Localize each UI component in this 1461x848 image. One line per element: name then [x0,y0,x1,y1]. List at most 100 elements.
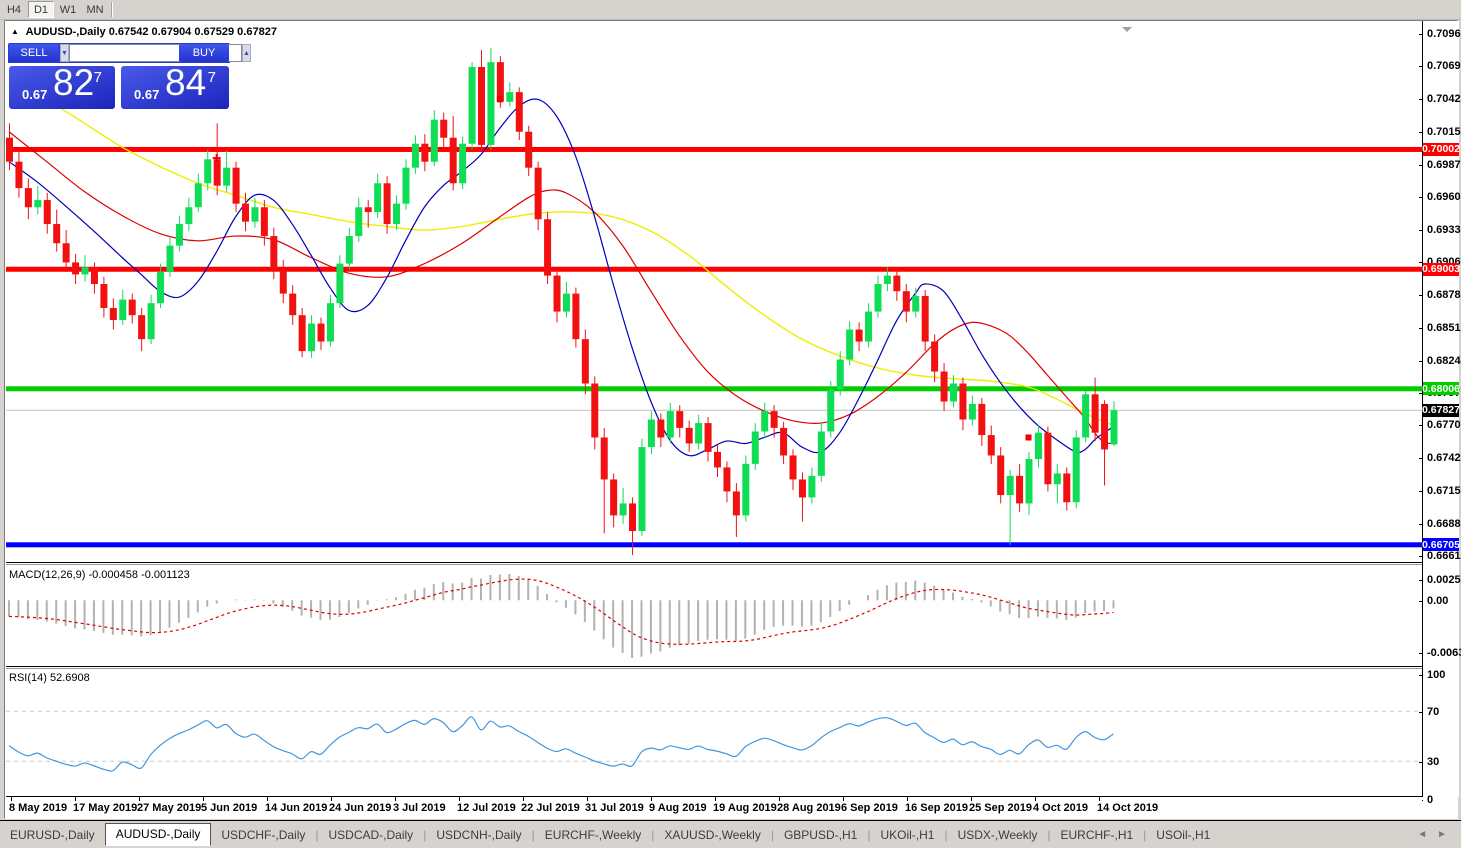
buy-price-box[interactable]: 0.67 84 7 [121,62,229,109]
price-tick: 0.69605 [1427,191,1461,204]
date-tick-label: 5 Jun 2019 [201,802,258,814]
tick-mark [1419,360,1423,362]
date-tick-mark [203,797,204,801]
tab-scroll-left-icon[interactable]: ◄ [1417,829,1427,840]
date-tick-label: 16 Sep 2019 [905,802,968,814]
price-tick: 0.68515 [1427,321,1461,334]
price-tick: 0.67700 [1427,419,1461,432]
chart-tab-audusd-daily[interactable]: AUDUSD-,Daily [104,822,212,846]
price-tick: 0.70150 [1427,125,1461,138]
chart-title: ▲ AUDUSD-,Daily 0.67542 0.67904 0.67529 … [11,26,277,38]
date-tick-label: 12 Jul 2019 [457,802,516,814]
price-tick: 0.69875 [1427,158,1461,171]
volume-decrease-button[interactable]: ▼ [60,44,69,62]
price-tick: 0.66610 [1427,550,1461,563]
chart-tab-usdcnh-daily[interactable]: USDCNH-,Daily [426,825,531,845]
macd-tick: 0.00 [1427,595,1449,608]
date-tick-label: 3 Jul 2019 [393,802,446,814]
tick-mark [1419,653,1423,655]
date-tick-label: 24 Jun 2019 [329,802,392,814]
level-price-label: 0.68006 [1422,382,1460,396]
price-tick: 0.70965 [1427,28,1461,40]
level-price-label: 0.66705 [1422,538,1460,552]
date-tick-label: 28 Aug 2019 [777,802,841,814]
tick-mark [1419,295,1423,297]
chart-tab-ukoil-h1[interactable]: UKOil-,H1 [870,825,944,845]
rsi-tick: 0 [1427,793,1434,806]
timeframe-toolbar: H4 D1 W1 MN [0,0,1461,20]
macd-label: MACD(12,26,9) -0.000458 -0.001123 [9,569,190,581]
chart-tab-usdchf-daily[interactable]: USDCHF-,Daily [211,825,315,845]
tick-mark [1419,601,1423,603]
chart-tab-usoil-h1[interactable]: USOil-,H1 [1146,825,1220,845]
level-price-label: 0.69003 [1422,262,1460,276]
rsi-label: RSI(14) 52.6908 [9,672,90,684]
sell-button[interactable]: SELL [9,44,59,62]
tick-mark [1419,674,1423,676]
chart-ohlc-values: 0.67542 0.67904 0.67529 0.67827 [108,26,277,38]
buy-price-pip: 7 [207,69,216,86]
tick-mark [1419,712,1423,714]
buy-price-main: 84 [165,62,207,103]
tick-mark [1419,523,1423,525]
sell-price-box[interactable]: 0.67 82 7 [9,62,115,109]
date-tick-label: 4 Oct 2019 [1033,802,1089,814]
tick-mark [1419,580,1423,582]
sell-price-main: 82 [53,62,95,103]
chart-tab-bar: EURUSD-,Daily AUDUSD-,Daily USDCHF-,Daily |… [0,820,1461,848]
chart-tab-gbpusd-h1[interactable]: GBPUSD-,H1 [774,825,867,845]
rsi-indicator-plot[interactable] [6,669,1422,796]
current-price-label: 0.67827 [1422,403,1460,417]
chart-symbol-label: AUDUSD-,Daily [25,26,106,38]
panel-divider[interactable] [6,666,1458,667]
sell-price-pip: 7 [93,69,102,86]
timeframe-button-h4[interactable]: H4 [1,1,27,18]
tick-mark [1419,99,1423,101]
timeframe-button-d1[interactable]: D1 [28,1,54,18]
chart-tab-eurchf-h1[interactable]: EURCHF-,H1 [1051,825,1144,845]
date-tick-label: 8 May 2019 [9,802,68,814]
date-tick-mark [395,797,396,801]
buy-button[interactable]: BUY [179,44,229,62]
macd-tick: 0.002574 [1427,574,1461,587]
volume-control: ▼ ▲ [60,44,251,62]
date-tick-mark [459,797,460,801]
date-tick-mark [907,797,908,801]
tick-mark [1419,131,1423,133]
chart-window: ▲ AUDUSD-,Daily 0.67542 0.67904 0.67529 … [4,20,1461,819]
date-tick-mark [267,797,268,801]
date-tick-label: 9 Aug 2019 [649,802,707,814]
timeframe-button-w1[interactable]: W1 [55,1,81,18]
date-tick-mark [971,797,972,801]
one-click-trade-panel: SELL ▼ ▲ BUY 0.67 82 7 0.67 84 7 [8,43,251,109]
tick-mark [1419,164,1423,166]
volume-increase-button[interactable]: ▲ [241,44,251,62]
date-tick-label: 17 May 2019 [73,802,138,814]
price-tick: 0.68785 [1427,289,1461,302]
panel-divider-shadow [6,564,1458,565]
price-tick: 0.70695 [1427,60,1461,73]
price-axis[interactable]: 0.70965 0.70695 0.70420 0.70150 0.69875 0.696… [1419,21,1461,806]
date-tick-mark [75,797,76,801]
chart-tab-eurchf-weekly[interactable]: EURCHF-,Weekly [535,825,651,845]
tick-mark [1419,66,1423,68]
date-tick-mark [331,797,332,801]
panel-divider[interactable] [6,562,1458,563]
tick-mark [1419,425,1423,427]
date-axis[interactable]: 8 May 2019 17 May 2019 27 May 2019 5 Jun 20… [6,797,1422,819]
price-tick: 0.67425 [1427,452,1461,465]
collapse-arrow-icon[interactable]: ▲ [11,27,19,36]
date-tick-mark [651,797,652,801]
macd-indicator-plot[interactable] [6,566,1422,666]
tick-mark [1419,197,1423,199]
price-tick: 0.68240 [1427,354,1461,367]
date-tick-mark [715,797,716,801]
chart-tab-usdx-weekly[interactable]: USDX-,Weekly [948,825,1048,845]
timeframe-button-mn[interactable]: MN [82,1,108,18]
chart-tab-xauusd-weekly[interactable]: XAUUSD-,Weekly [654,825,770,845]
chart-tab-usdcad-daily[interactable]: USDCAD-,Daily [319,825,424,845]
sell-price-prefix: 0.67 [22,87,48,102]
tab-scroll-right-icon[interactable]: ► [1437,829,1447,840]
chart-tab-eurusd-daily[interactable]: EURUSD-,Daily [0,825,105,845]
date-tick-label: 22 Jul 2019 [521,802,580,814]
